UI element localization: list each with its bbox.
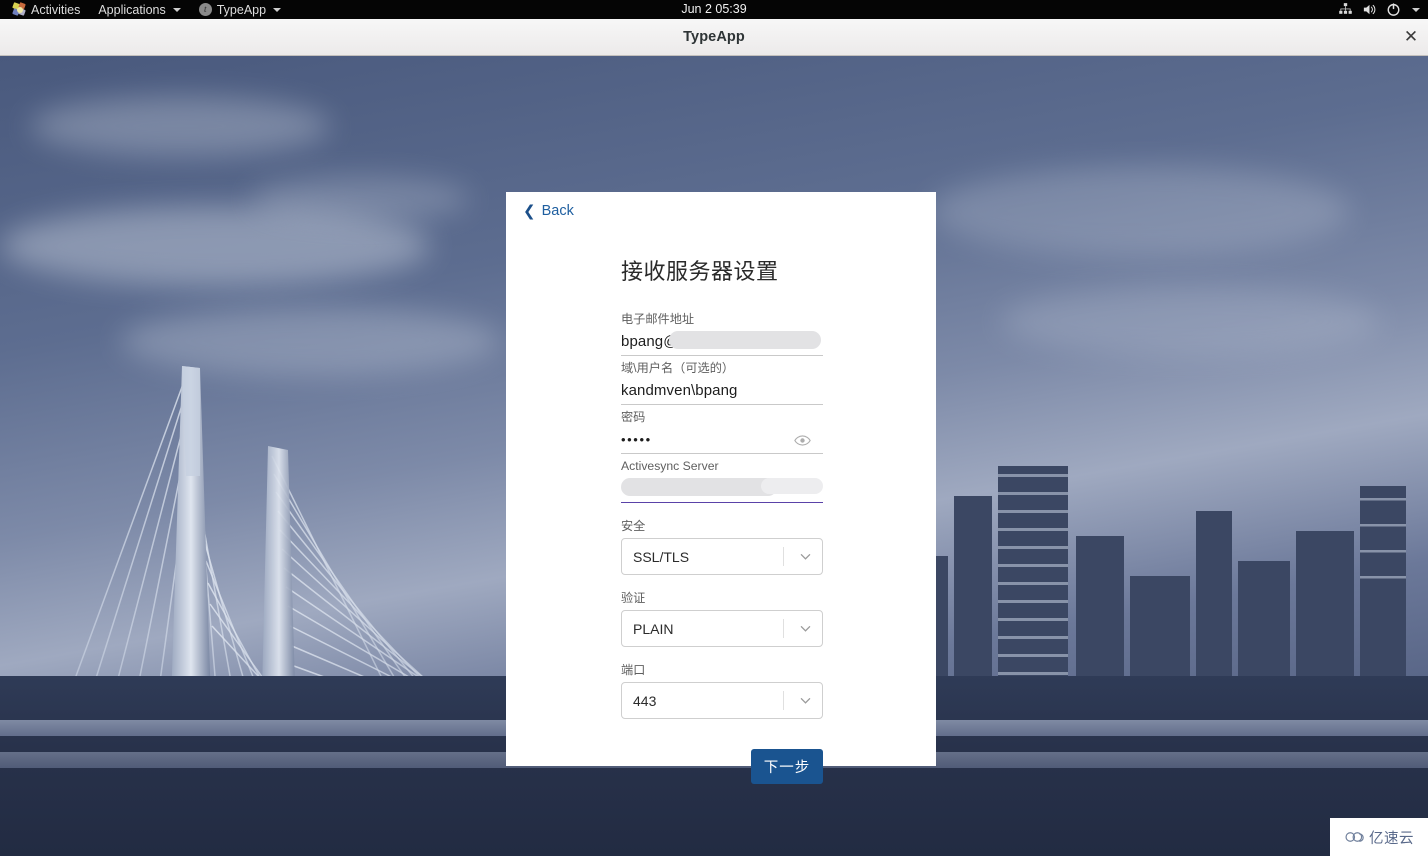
activesync-server-redaction-2 bbox=[761, 478, 823, 494]
domain-username-label: 域\用户名（可选的） bbox=[621, 361, 735, 375]
chevron-down-icon bbox=[273, 8, 282, 12]
password-input[interactable]: ••••• bbox=[621, 426, 823, 454]
field-security: 安全 SSL/TLS bbox=[621, 517, 823, 575]
field-domain-username: 域\用户名（可选的） kandmven\bpang bbox=[621, 359, 823, 405]
activities-button[interactable]: Activities bbox=[4, 0, 89, 19]
field-password: 密码 ••••• bbox=[621, 408, 823, 454]
settings-form: 接收服务器设置 电子邮件地址 bpang@ 域\用户名（可选的） kandmve… bbox=[621, 254, 823, 784]
password-label: 密码 bbox=[621, 410, 646, 424]
chevron-down-icon[interactable] bbox=[1412, 8, 1420, 12]
select-divider bbox=[783, 619, 784, 638]
activesync-server-input[interactable] bbox=[621, 475, 823, 503]
applications-menu[interactable]: Applications bbox=[89, 0, 189, 19]
security-select[interactable]: SSL/TLS bbox=[621, 538, 823, 575]
chevron-down-icon bbox=[800, 625, 811, 632]
field-email: 电子邮件地址 bpang@ bbox=[621, 310, 823, 356]
watermark: 亿速云 bbox=[1330, 818, 1428, 856]
domain-username-input[interactable]: kandmven\bpang bbox=[621, 377, 823, 405]
field-authentication: 验证 PLAIN bbox=[621, 589, 823, 647]
typeapp-window: TypeApp ✕ ❮ Back 接收服务器设置 电子邮件地址 bpang@ 域… bbox=[0, 19, 1428, 856]
cloud-icon bbox=[1345, 832, 1364, 842]
window-title: TypeApp bbox=[683, 29, 745, 45]
email-input[interactable]: bpang@ bbox=[621, 328, 823, 356]
watermark-text: 亿速云 bbox=[1369, 830, 1414, 847]
security-label: 安全 bbox=[621, 519, 646, 533]
activities-label: Activities bbox=[31, 2, 81, 17]
email-redaction bbox=[669, 331, 821, 349]
domain-username-value: kandmven\bpang bbox=[621, 381, 738, 399]
activesync-server-label: Activesync Server bbox=[621, 459, 719, 473]
chevron-down-icon bbox=[172, 8, 181, 12]
authentication-value: PLAIN bbox=[633, 620, 674, 637]
page-title: 接收服务器设置 bbox=[621, 259, 779, 284]
password-value: ••••• bbox=[621, 431, 652, 447]
chevron-down-icon bbox=[800, 553, 811, 560]
email-value: bpang@ bbox=[621, 332, 679, 350]
chevron-down-icon bbox=[800, 697, 811, 704]
system-tray[interactable] bbox=[1338, 2, 1428, 17]
email-label: 电子邮件地址 bbox=[621, 312, 695, 326]
close-icon[interactable]: ✕ bbox=[1398, 24, 1424, 50]
field-activesync-server: Activesync Server bbox=[621, 457, 823, 503]
volume-icon bbox=[1363, 4, 1376, 15]
authentication-label: 验证 bbox=[621, 591, 646, 605]
select-divider bbox=[783, 547, 784, 566]
port-label: 端口 bbox=[621, 663, 646, 677]
typeapp-icon: t bbox=[198, 3, 212, 16]
activesync-server-redaction bbox=[621, 478, 777, 496]
eye-icon[interactable] bbox=[794, 432, 811, 449]
field-port: 端口 443 bbox=[621, 661, 823, 719]
power-icon bbox=[1387, 3, 1400, 16]
gnome-top-bar: Activities Applications t TypeApp Jun 2 … bbox=[0, 0, 1428, 19]
authentication-select[interactable]: PLAIN bbox=[621, 610, 823, 647]
port-value: 443 bbox=[633, 692, 657, 709]
app-menu-label: TypeApp bbox=[216, 2, 267, 17]
back-button[interactable]: ❮ Back bbox=[523, 203, 574, 219]
opensuse-logo-icon bbox=[12, 2, 26, 16]
back-label: Back bbox=[541, 203, 574, 219]
server-settings-card: ❮ Back 接收服务器设置 电子邮件地址 bpang@ 域\用户名（可选的） … bbox=[506, 192, 936, 784]
security-value: SSL/TLS bbox=[633, 548, 690, 565]
select-divider bbox=[783, 691, 784, 710]
applications-label: Applications bbox=[98, 2, 166, 17]
chevron-left-icon: ❮ bbox=[523, 202, 536, 220]
network-icon bbox=[1339, 3, 1352, 14]
next-button[interactable]: 下一步 bbox=[751, 749, 823, 784]
app-menu-typeapp[interactable]: t TypeApp bbox=[190, 0, 290, 19]
port-select[interactable]: 443 bbox=[621, 682, 823, 719]
window-titlebar: TypeApp ✕ bbox=[0, 19, 1428, 56]
